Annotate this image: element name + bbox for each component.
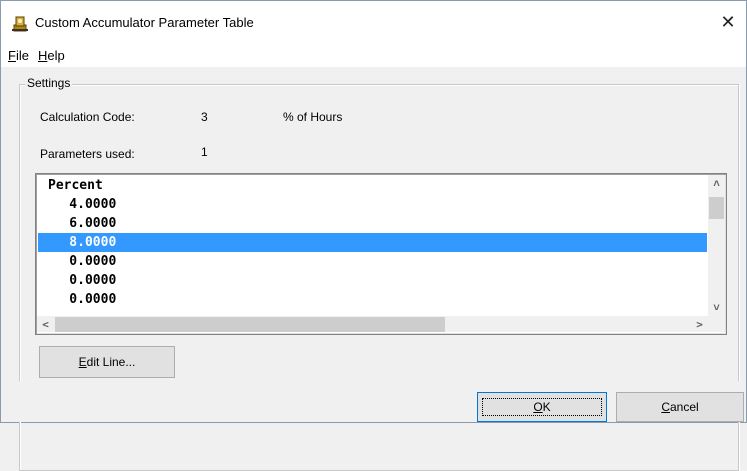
list-item[interactable]: 0.0000 [38, 271, 707, 290]
scrollbar-corner [708, 316, 725, 332]
vertical-scrollbar[interactable]: ˄ ˅ [708, 175, 725, 316]
parameters-used-label: Parameters used: [40, 147, 135, 161]
accumulator-app-icon [12, 16, 28, 32]
list-item[interactable]: 0.0000 [38, 290, 707, 309]
menu-help[interactable]: Help [38, 48, 65, 63]
scroll-left-button[interactable]: < [37, 316, 54, 332]
ok-button-focus: OK [482, 398, 602, 416]
edit-line-button[interactable]: Edit Line... [39, 346, 175, 378]
chevron-up-icon: ˄ [713, 176, 720, 190]
close-button[interactable]: ✕ [710, 1, 746, 43]
chevron-left-icon: < [42, 317, 49, 331]
window-title: Custom Accumulator Parameter Table [35, 15, 254, 30]
chevron-down-icon: ˅ [713, 300, 720, 314]
menu-file[interactable]: File [8, 48, 29, 63]
calculation-code-description: % of Hours [283, 110, 343, 124]
list-item[interactable]: 6.0000 [38, 214, 707, 233]
dialog-window: Custom Accumulator Parameter Table ✕ Fil… [0, 0, 747, 471]
calculation-code-label: Calculation Code: [40, 110, 135, 124]
list-header: Percent [48, 178, 103, 193]
ok-button[interactable]: OK [477, 392, 607, 422]
close-icon: ✕ [720, 11, 736, 32]
parameter-list: Percent 4.0000 6.0000 8.0000 0.0000 0.00… [38, 176, 708, 316]
settings-group-label: Settings [25, 76, 73, 90]
chevron-right-icon: > [696, 317, 703, 331]
calculation-code-value: 3 [201, 110, 208, 124]
scroll-down-button[interactable]: ˅ [708, 299, 725, 316]
parameter-listbox[interactable]: Percent 4.0000 6.0000 8.0000 0.0000 0.00… [35, 173, 727, 335]
parameters-used-value: 1 [201, 145, 208, 159]
scroll-right-button[interactable]: > [691, 316, 708, 332]
scroll-up-button[interactable]: ˄ [708, 175, 725, 192]
list-item[interactable]: 0.0000 [38, 252, 707, 271]
cancel-button[interactable]: Cancel [616, 392, 744, 422]
vertical-scroll-thumb[interactable] [709, 197, 724, 219]
list-item-selected[interactable]: 8.0000 [38, 233, 707, 252]
title-bar: Custom Accumulator Parameter Table ✕ [1, 1, 746, 43]
list-item[interactable]: 4.0000 [38, 195, 707, 214]
horizontal-scroll-thumb[interactable] [55, 317, 445, 332]
horizontal-scrollbar[interactable]: < > [37, 316, 708, 332]
menu-bar: File Help [1, 43, 746, 67]
